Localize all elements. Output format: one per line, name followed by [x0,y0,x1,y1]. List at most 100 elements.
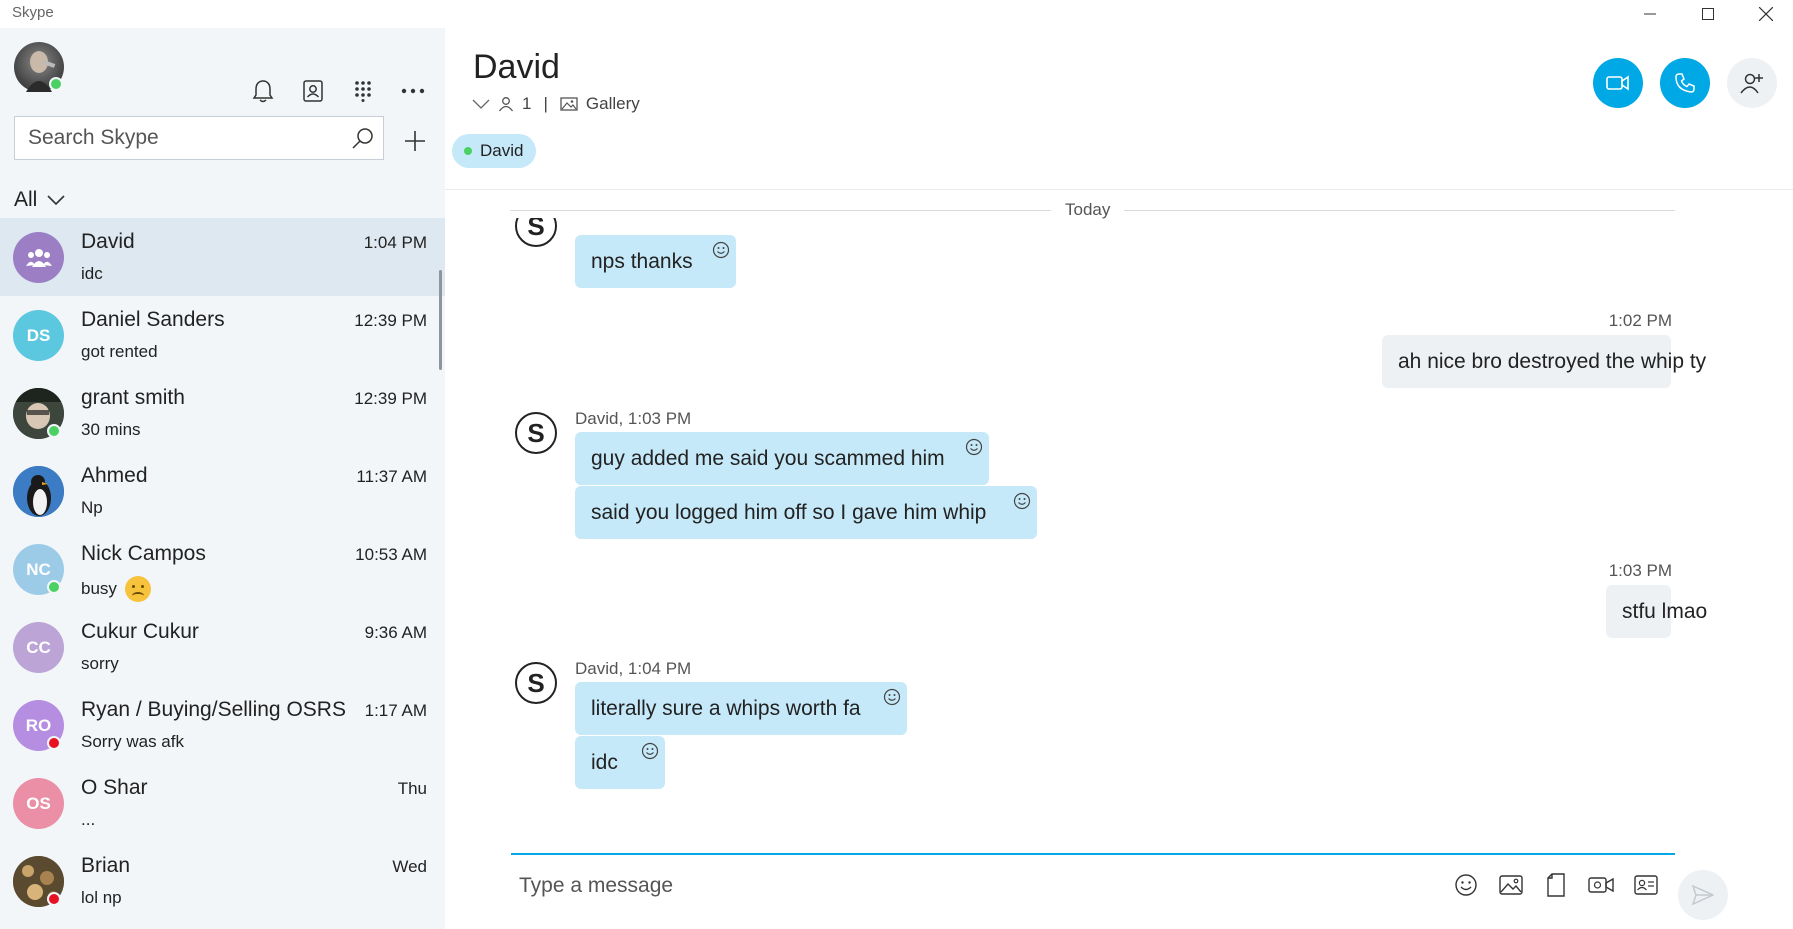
message-bubble-incoming[interactable]: guy added me said you scammed him [575,432,989,485]
emoji-picker-button[interactable] [1449,868,1483,902]
search-input[interactable] [15,126,335,150]
image-icon [1499,875,1523,895]
chat-item-brian[interactable]: Brian lol np Wed [0,842,445,920]
close-button[interactable] [1733,0,1793,28]
group-avatar [13,232,64,283]
chat-item-ryan[interactable]: RO Ryan / Buying/Selling OSRS Sorry was … [0,686,445,764]
message-input[interactable] [519,866,1319,906]
message-text: idc [591,750,618,774]
participant-chip[interactable]: David [452,134,537,168]
person-icon [498,97,514,112]
message-bubble-incoming[interactable]: literally sure a whips worth fa [575,682,907,735]
chat-time: 1:04 PM [363,233,427,252]
send-image-button[interactable] [1494,868,1528,902]
chat-item-david[interactable]: David idc 1:04 PM [0,218,445,296]
chat-preview: idc [81,264,103,284]
penguin-photo [13,466,64,517]
chevron-down-icon[interactable] [472,99,490,109]
skype-logo-avatar: S [515,412,557,454]
svg-text:S: S [527,418,544,448]
skype-logo-avatar: S [515,218,557,247]
my-presence-online-icon [49,77,63,91]
svg-text:S: S [527,668,544,698]
send-file-button[interactable] [1539,868,1573,902]
chat-item-daniel-sanders[interactable]: DS Daniel Sanders got rented 12:39 PM [0,296,445,374]
avatar: OS [13,778,64,829]
maximize-button[interactable] [1675,0,1741,28]
message-bubble-outgoing[interactable]: ah nice bro destroyed the whip ty [1382,335,1706,388]
conversation-title: David [473,48,560,86]
app-title: Skype [12,4,54,21]
chat-item-o-shar[interactable]: OS O Shar ... Thu [0,764,445,842]
participant-name: David [480,141,524,160]
chat-time: Wed [392,857,427,876]
reaction-smiley-icon[interactable] [1013,492,1031,510]
chat-time: Thu [397,779,427,798]
more-options-icon[interactable] [398,76,428,106]
participant-count[interactable]: 1 [522,94,531,114]
chat-item-ahmed[interactable]: Ahmed Np 11:37 AM [0,452,445,530]
video-camera-icon [1606,75,1629,91]
chat-preview-text: got rented [81,342,158,361]
smiley-icon [1455,874,1477,896]
video-message-button[interactable] [1584,868,1618,902]
message-bubble-incoming[interactable]: idc [575,736,665,789]
notifications-bell-icon[interactable] [248,76,278,106]
add-people-button[interactable] [1727,58,1777,108]
chat-time: 12:39 PM [354,389,427,408]
chat-list: David idc 1:04 PM DS Daniel Sanders got … [0,218,445,920]
conversation-meta: 1 | Gallery [472,94,640,114]
sender-label: David, 1:03 PM [575,409,692,428]
presence-busy-icon [47,736,61,750]
chat-preview-text: sorry [81,654,119,673]
sender-avatar: S [514,218,558,248]
chat-preview: Sorry was afk [81,732,184,752]
sender-label: David, 1:04 PM [575,659,692,678]
message-timestamp: 1:03 PM [1608,561,1672,580]
dialpad-icon[interactable] [348,76,378,106]
svg-text:S: S [527,218,544,241]
reaction-smiley-icon[interactable] [712,241,730,259]
chat-preview-text: idc [81,264,103,283]
reaction-smiley-icon[interactable] [883,688,901,706]
chat-filter-dropdown[interactable]: All [14,188,65,212]
message-text: nps thanks [591,249,693,273]
chat-preview: lol np [81,888,122,908]
filter-label: All [14,188,38,211]
message-bubble-outgoing[interactable]: stfu lmao [1606,585,1707,638]
compose-focus-line [511,853,1675,855]
chat-item-nick-campos[interactable]: NC Nick Campos busy 10:53 AM [0,530,445,608]
minimize-button[interactable] [1617,0,1683,28]
search-icon[interactable] [351,126,375,155]
my-profile-avatar[interactable] [14,42,64,92]
sidebar-scrollbar[interactable] [439,270,442,370]
phone-icon [1675,73,1695,93]
new-chat-plus-icon[interactable] [400,126,430,156]
reaction-smiley-icon[interactable] [965,438,983,456]
chat-name: Nick Campos [81,542,206,565]
presence-online-icon [47,580,61,594]
chat-time: 1:17 AM [364,701,427,720]
gallery-link[interactable]: Gallery [586,94,640,114]
message-text: stfu lmao [1622,599,1708,623]
chat-preview-text: 30 mins [81,420,141,439]
message-bubble-incoming[interactable]: said you logged him off so I gave him wh… [575,486,1037,539]
audio-call-button[interactable] [1660,58,1710,108]
contacts-icon[interactable] [298,76,328,106]
presence-online-icon [47,424,61,438]
message-timestamp: 1:02 PM [1608,311,1672,330]
send-button[interactable] [1678,870,1728,920]
chat-item-cukur-cukur[interactable]: CC Cukur Cukur sorry 9:36 AM [0,608,445,686]
video-call-button[interactable] [1593,58,1643,108]
chat-preview: sorry [81,654,119,674]
sender-avatar: S [514,661,558,705]
presence-busy-icon [47,892,61,906]
reaction-smiley-icon[interactable] [641,742,659,760]
chat-preview: 30 mins [81,420,141,440]
chat-item-grant-smith[interactable]: grant smith 30 mins 12:39 PM [0,374,445,452]
title-bar: Skype [0,0,1793,28]
message-bubble-incoming[interactable]: nps thanks [575,235,736,288]
chat-time: 10:53 AM [355,545,427,564]
search-box[interactable] [14,116,384,160]
send-contact-button[interactable] [1629,868,1663,902]
